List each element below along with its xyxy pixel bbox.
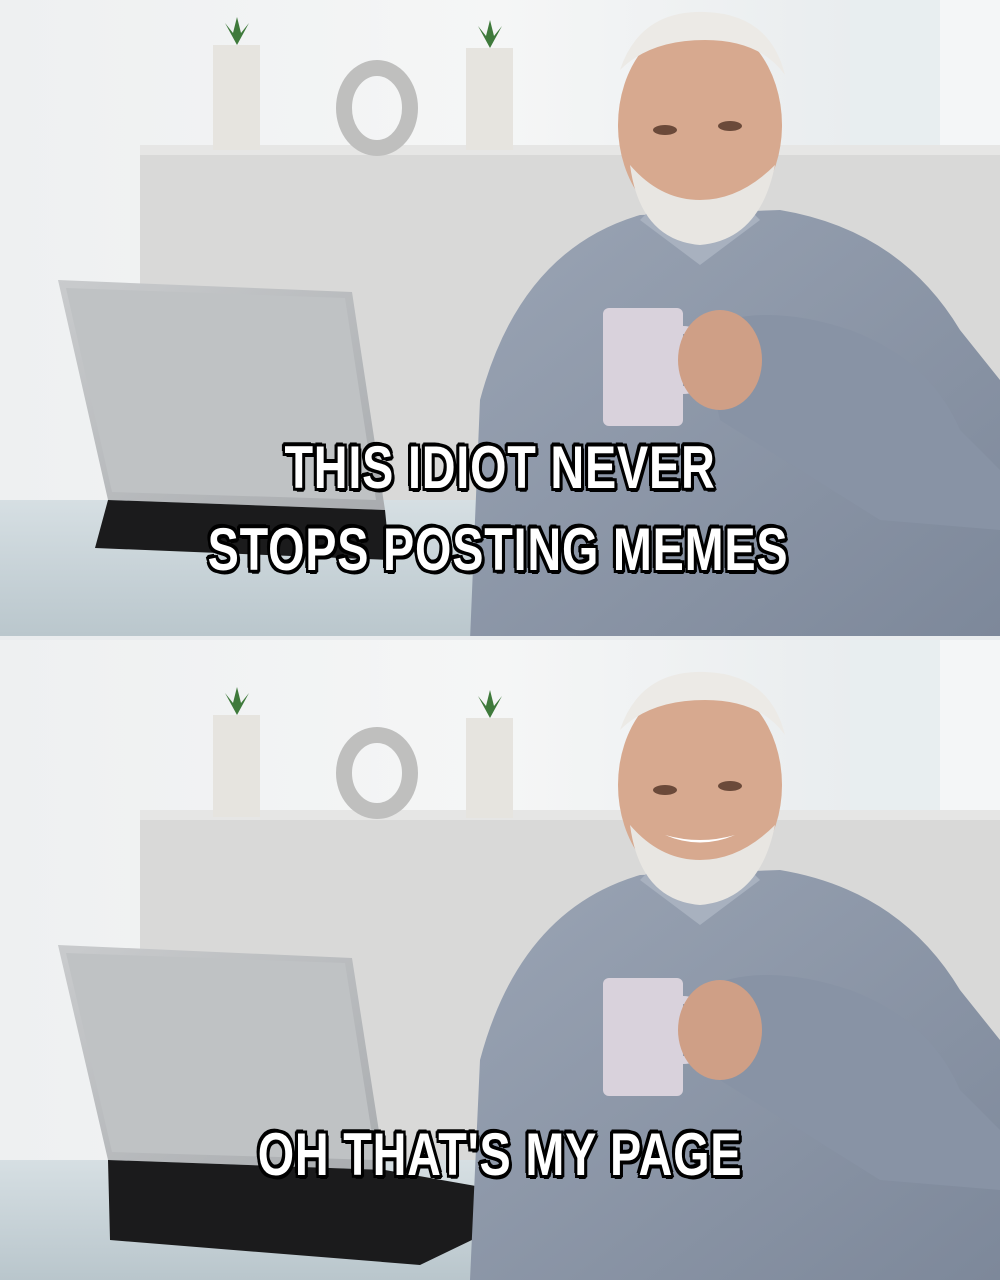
top-caption-line2: STOPS POSTING MEMES <box>207 516 789 583</box>
meme-image: THIS IDIOT NEVER STOPS POSTING MEMES OH … <box>0 0 1000 1280</box>
top-caption-line1: THIS IDIOT NEVER <box>284 434 716 501</box>
top-panel: THIS IDIOT NEVER STOPS POSTING MEMES <box>0 0 1000 640</box>
bottom-panel: OH THAT'S MY PAGE <box>0 640 1000 1280</box>
bottom-caption: OH THAT'S MY PAGE <box>257 1121 743 1188</box>
